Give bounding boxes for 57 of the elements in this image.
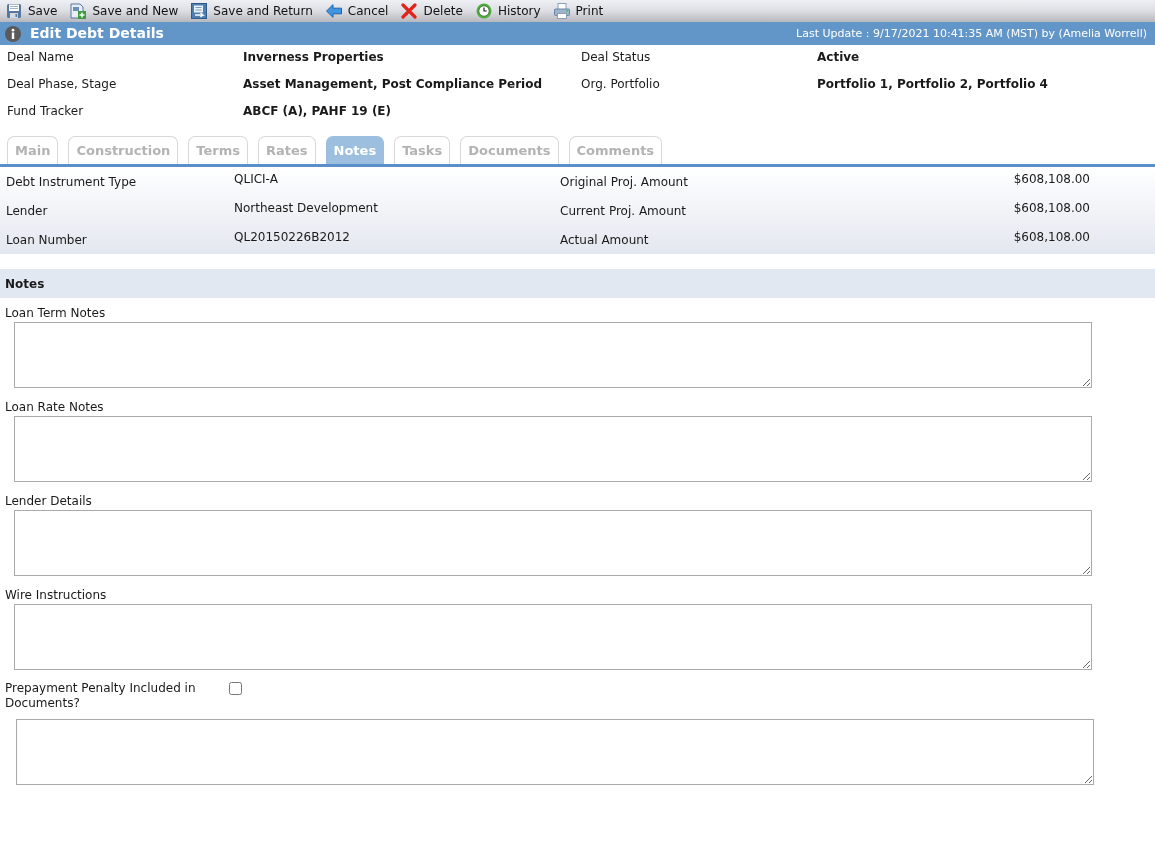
- tab[interactable]: Comments: [568, 136, 663, 164]
- save-and-new-button[interactable]: Save and New: [69, 1, 180, 21]
- field-label: Wire Instructions: [5, 587, 107, 603]
- field-value: ABCF (A), PAHF 19 (E): [243, 104, 392, 119]
- clock-icon: [475, 3, 492, 19]
- cross-icon: [401, 3, 418, 19]
- text-area-field[interactable]: [16, 719, 1094, 785]
- save-button[interactable]: Save: [5, 1, 59, 21]
- field-label: Loan Number: [6, 233, 87, 248]
- field-label: Actual Amount: [560, 233, 649, 248]
- info-icon: [5, 25, 21, 42]
- field-label: Deal Name: [7, 50, 74, 65]
- amount-value: $608,108.00: [1013, 201, 1090, 216]
- tab[interactable]: Rates: [258, 136, 316, 164]
- section-header: Notes: [0, 269, 1155, 298]
- history-button[interactable]: History: [474, 1, 542, 21]
- printer-icon: [553, 3, 570, 19]
- save-and-return-button[interactable]: Save and Return: [190, 1, 314, 21]
- field-value: Asset Management, Post Compliance Period: [243, 77, 543, 92]
- field-label: Current Proj. Amount: [560, 204, 687, 219]
- text-area-field[interactable]: [14, 322, 1092, 388]
- field-value: QLICI-A: [234, 172, 278, 187]
- field-value: Inverness Properties: [243, 50, 384, 65]
- page-title: Edit Debt Details: [30, 25, 164, 42]
- tab[interactable]: Construction: [68, 136, 179, 164]
- field-label: Original Proj. Amount: [560, 175, 688, 190]
- document-plus-icon: [70, 3, 87, 19]
- tab[interactable]: Main: [7, 136, 59, 164]
- tab[interactable]: Tasks: [394, 136, 451, 164]
- last-update-text: Last Update : 9/17/2021 10:41:35 AM (MST) by (Amelia Worrell): [796, 26, 1147, 41]
- field-label: Fund Tracker: [7, 104, 84, 119]
- field-label: Deal Phase, Stage: [7, 77, 117, 92]
- delete-button[interactable]: Delete: [400, 1, 464, 21]
- tab[interactable]: Terms: [188, 136, 248, 164]
- tab[interactable]: Notes: [325, 136, 385, 164]
- checkbox[interactable]: [229, 682, 242, 695]
- field-label: Debt Instrument Type: [6, 175, 137, 190]
- field-value: Portfolio 1, Portfolio 2, Portfolio 4: [817, 77, 1048, 92]
- field-value: Northeast Development: [234, 201, 378, 216]
- field-label: Loan Rate Notes: [5, 399, 104, 415]
- field-label: Prepayment Penalty Included in Documents?: [5, 681, 197, 711]
- left-arrow-icon: [325, 4, 342, 18]
- tab[interactable]: Documents: [460, 136, 559, 164]
- field-label: Deal Status: [581, 50, 651, 65]
- text-area-field[interactable]: [14, 604, 1092, 670]
- field-value: Active: [817, 50, 860, 65]
- print-button[interactable]: Print: [552, 1, 605, 21]
- text-area-field[interactable]: [14, 510, 1092, 576]
- field-label: Lender: [6, 204, 48, 219]
- field-label: Lender Details: [5, 493, 92, 509]
- field-label: Loan Term Notes: [5, 305, 106, 321]
- amount-value: $608,108.00: [1013, 172, 1090, 187]
- field-value: QL20150226B2012: [234, 230, 350, 245]
- field-label: Org. Portfolio: [581, 77, 660, 92]
- cancel-button[interactable]: Cancel: [324, 1, 390, 21]
- text-area-field[interactable]: [14, 416, 1092, 482]
- amount-value: $608,108.00: [1013, 230, 1090, 245]
